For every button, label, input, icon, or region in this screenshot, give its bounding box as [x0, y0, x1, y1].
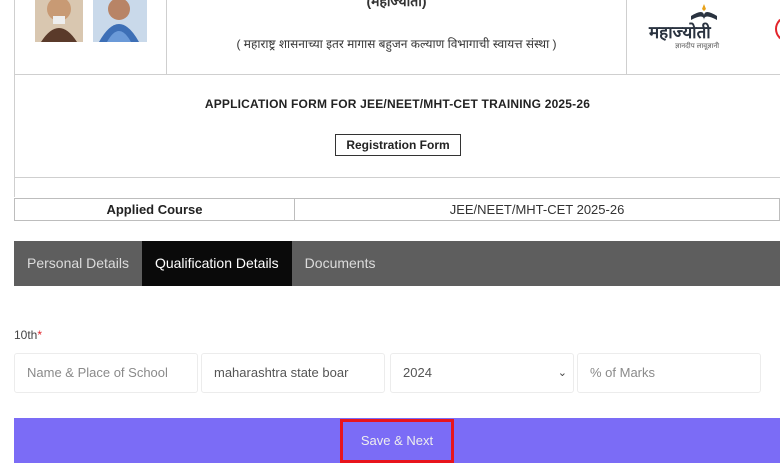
org-name-block: (महाज्योती) ( महाराष्ट्र शासनाच्या इतर म…	[167, 0, 627, 75]
applied-course-value: JEE/NEET/MHT-CET 2025-26	[449, 202, 625, 217]
tenth-label-text: 10th	[14, 328, 38, 342]
registration-page: (महाज्योती) ( महाराष्ट्र शासनाच्या इतर म…	[0, 0, 780, 470]
passing-year-value: 2024	[403, 365, 432, 380]
org-title: (महाज्योती)	[366, 0, 427, 9]
applied-course-label: Applied Course	[15, 199, 295, 220]
tenth-section-label: 10th*	[14, 328, 42, 342]
portraits-image	[35, 0, 147, 42]
board-input[interactable]: maharashtra state boar	[201, 353, 385, 393]
passing-year-select[interactable]: 2024 ⌄	[390, 353, 574, 393]
logo-tagline: ज्ञानदीप लावूज्ञानी	[675, 43, 720, 50]
required-asterisk: *	[37, 328, 43, 342]
divider-strip	[14, 178, 780, 197]
form-tabs: Personal Details Qualification Details D…	[14, 241, 780, 286]
logo-text: महाज्योती	[649, 23, 711, 42]
form-title: APPLICATION FORM FOR JEE/NEET/MHT-CET TR…	[204, 97, 591, 111]
mahajyoti-logo: महाज्योती ज्ञानदीप लावूज्ञानी	[627, 0, 780, 75]
save-next-bar[interactable]: Save & Next	[14, 418, 780, 463]
tab-personal-details[interactable]: Personal Details	[14, 241, 142, 286]
applied-course-row: Applied Course JEE/NEET/MHT-CET 2025-26	[14, 198, 780, 221]
book-lamp-icon	[691, 4, 717, 20]
form-heading: APPLICATION FORM FOR JEE/NEET/MHT-CET TR…	[14, 75, 780, 178]
school-name-input[interactable]: Name & Place of School	[14, 353, 198, 393]
tab-documents[interactable]: Documents	[292, 241, 389, 286]
chevron-down-icon: ⌄	[557, 367, 567, 379]
red-accent-mark	[775, 16, 780, 42]
org-subtitle: ( महाराष्ट्र शासनाच्या इतर मागास बहुजन क…	[236, 37, 557, 51]
save-button-highlight	[340, 419, 454, 463]
registration-form-label: Registration Form	[335, 134, 461, 156]
leader-portraits	[15, 0, 167, 75]
org-header: (महाज्योती) ( महाराष्ट्र शासनाच्या इतर म…	[14, 0, 780, 75]
tab-qualification-details[interactable]: Qualification Details	[141, 241, 292, 286]
marks-percent-input[interactable]: % of Marks	[577, 353, 761, 393]
